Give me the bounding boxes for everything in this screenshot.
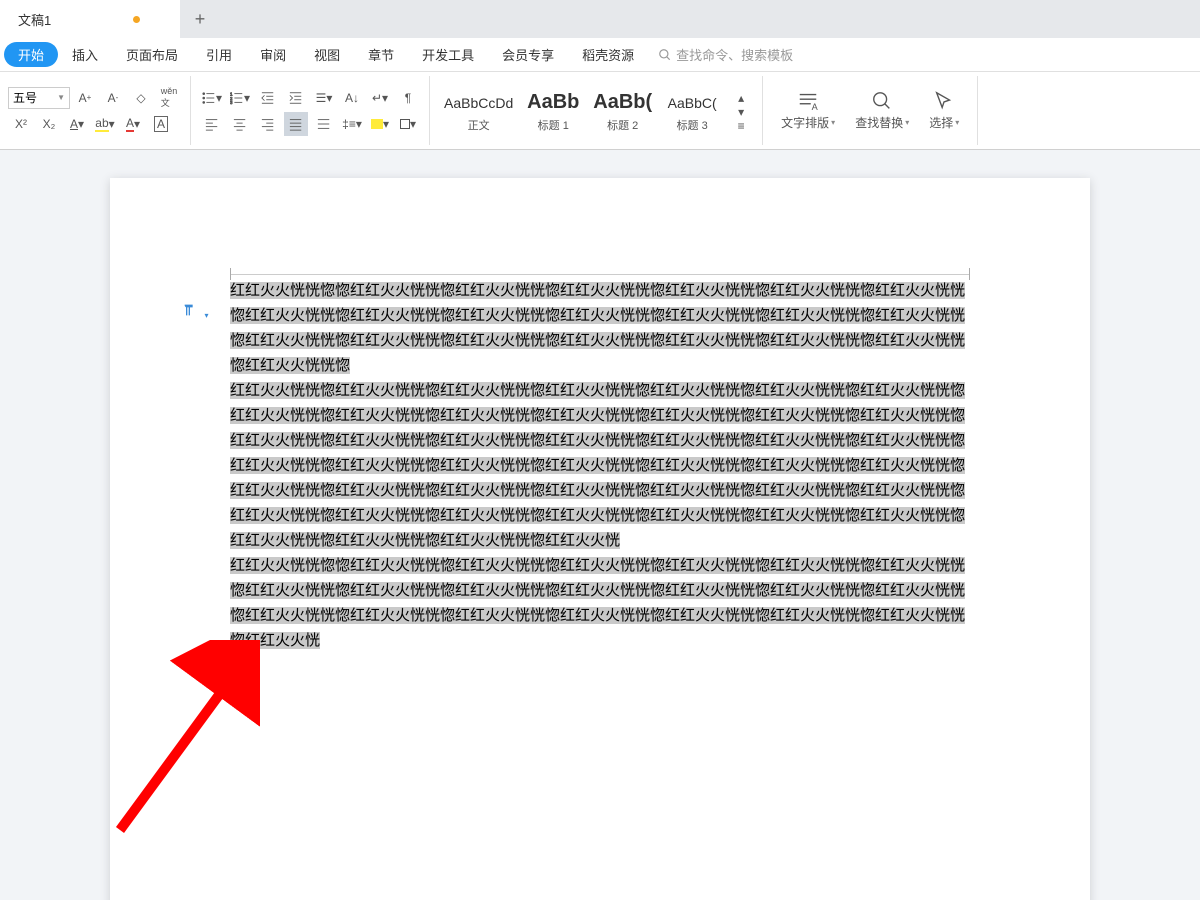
sort-button[interactable]: A↓ [340, 86, 364, 110]
align-justify-button[interactable] [284, 112, 308, 136]
style-preview: AaBb [527, 89, 579, 117]
phonetic-guide-button[interactable]: wěn文 [157, 86, 181, 110]
highlight-button[interactable]: ab▾ [93, 112, 117, 136]
text-layout-label: 文字排版 [781, 114, 829, 131]
selected-text: 红红火火恍恍惚红红火火恍恍惚红红火火恍恍惚红红火火恍恍惚红红火火恍恍惚红红火火恍… [230, 382, 965, 549]
style-1[interactable]: AaBb标题 1 [519, 87, 587, 135]
number-list-button[interactable]: 123▾ [228, 86, 252, 110]
style-name: 正文 [468, 117, 490, 133]
find-replace-label: 查找替换 [855, 114, 903, 131]
borders-button[interactable]: ▾ [396, 112, 420, 136]
align-right-button[interactable] [256, 112, 280, 136]
svg-text:A: A [812, 102, 819, 112]
asian-layout-button[interactable]: ☰▾ [312, 86, 336, 110]
menu-item-0[interactable]: 开始 [4, 42, 58, 67]
workspace: ▾ 红红火火恍恍惚惚红红火火恍恍惚红红火火恍恍惚红红火火恍恍惚红红火火恍恍惚红红… [0, 150, 1200, 900]
tab-title: 文稿1 [18, 10, 51, 29]
style-3[interactable]: AaBbC(标题 3 [658, 87, 726, 135]
styles-expand-button[interactable]: ≡ [729, 120, 753, 132]
menu-item-6[interactable]: 章节 [354, 45, 408, 64]
decrease-indent-button[interactable] [256, 86, 280, 110]
font-group: 五号 ▼ A+ A- ◇ wěn文 X² X₂ A▾ ab▾ A▾ A [0, 76, 191, 145]
subscript-button[interactable]: X₂ [37, 112, 61, 136]
find-replace-button[interactable]: 查找替换▾ [845, 90, 919, 131]
search-placeholder: 查找命令、搜索模板 [676, 45, 793, 64]
menu-item-1[interactable]: 插入 [58, 45, 112, 64]
document-page[interactable]: ▾ 红红火火恍恍惚惚红红火火恍恍惚红红火火恍恍惚红红火火恍恍惚红红火火恍恍惚红红… [110, 178, 1090, 900]
menu-item-7[interactable]: 开发工具 [408, 45, 488, 64]
document-body[interactable]: 红红火火恍恍惚惚红红火火恍恍惚红红火火恍恍惚红红火火恍恍惚红红火火恍恍惚红红火火… [230, 278, 970, 653]
show-marks-button[interactable]: ¶ [396, 86, 420, 110]
menu-item-8[interactable]: 会员专享 [488, 45, 568, 64]
ruler [230, 274, 970, 275]
search-icon [658, 48, 672, 62]
grow-font-button[interactable]: A+ [73, 86, 97, 110]
style-0[interactable]: AaBbCcDd正文 [438, 87, 519, 135]
ribbon: 五号 ▼ A+ A- ◇ wěn文 X² X₂ A▾ ab▾ A▾ A ▾ 12… [0, 72, 1200, 150]
paragraph[interactable]: 红红火火恍恍惚惚红红火火恍恍惚红红火火恍恍惚红红火火恍恍惚红红火火恍恍惚红红火火… [230, 278, 970, 378]
character-border-button[interactable]: A [149, 112, 173, 136]
tab-bar: 文稿1 + [0, 0, 1200, 38]
styles-group: AaBbCcDd正文AaBb标题 1AaBb(标题 2AaBbC(标题 3 ▴ … [430, 76, 763, 145]
svg-text:3: 3 [230, 100, 233, 105]
style-preview: AaBbCcDd [444, 89, 513, 117]
align-distribute-button[interactable] [312, 112, 336, 136]
bullet-list-button[interactable]: ▾ [200, 86, 224, 110]
unsaved-indicator-icon [133, 16, 140, 23]
superscript-button[interactable]: X² [9, 112, 33, 136]
shrink-font-button[interactable]: A- [101, 86, 125, 110]
style-2[interactable]: AaBb(标题 2 [587, 87, 658, 135]
menu-item-2[interactable]: 页面布局 [112, 45, 192, 64]
shading-button[interactable]: ▾ [368, 112, 392, 136]
styles-up-button[interactable]: ▴ [729, 92, 753, 104]
align-center-button[interactable] [228, 112, 252, 136]
line-spacing-button[interactable]: ‡≡▾ [340, 112, 364, 136]
style-preview: AaBb( [593, 89, 652, 117]
selected-text: 红红火火恍恍惚惚红红火火恍恍惚红红火火恍恍惚红红火火恍恍惚红红火火恍恍惚红红火火… [230, 557, 965, 649]
command-search[interactable]: 查找命令、搜索模板 [658, 45, 793, 64]
paragraph[interactable]: 红红火火恍恍惚红红火火恍恍惚红红火火恍恍惚红红火火恍恍惚红红火火恍恍惚红红火火恍… [230, 378, 970, 553]
select-label: 选择 [929, 114, 953, 131]
paragraph-group: ▾ 123▾ ☰▾ A↓ ↵▾ ¶ [191, 76, 430, 145]
select-button[interactable]: 选择▾ [919, 90, 969, 131]
chevron-down-icon: ▾ [204, 311, 208, 320]
paragraph[interactable]: 红红火火恍恍惚惚红红火火恍恍惚红红火火恍恍惚红红火火恍恍惚红红火火恍恍惚红红火火… [230, 553, 970, 653]
menu-item-5[interactable]: 视图 [300, 45, 354, 64]
align-left-button[interactable] [200, 112, 224, 136]
menu-bar: 开始插入页面布局引用审阅视图章节开发工具会员专享稻壳资源 查找命令、搜索模板 [0, 38, 1200, 72]
style-name: 标题 3 [677, 117, 708, 133]
tools-group: A 文字排版▾ 查找替换▾ 选择▾ [763, 76, 978, 145]
plus-icon: + [195, 9, 206, 30]
chevron-down-icon: ▾ [955, 118, 959, 127]
menu-item-4[interactable]: 审阅 [246, 45, 300, 64]
increase-indent-button[interactable] [284, 86, 308, 110]
menu-item-3[interactable]: 引用 [192, 45, 246, 64]
chevron-down-icon: ▼ [57, 93, 65, 102]
text-layout-icon: A [797, 90, 819, 112]
menu-item-9[interactable]: 稻壳资源 [568, 45, 648, 64]
document-tab[interactable]: 文稿1 [0, 0, 180, 38]
chevron-down-icon: ▾ [905, 118, 909, 127]
styles-down-button[interactable]: ▾ [729, 106, 753, 118]
font-size-select[interactable]: 五号 ▼ [8, 87, 70, 109]
style-name: 标题 2 [607, 117, 638, 133]
selected-text: 红红火火恍恍惚惚红红火火恍恍惚红红火火恍恍惚红红火火恍恍惚红红火火恍恍惚红红火火… [230, 282, 965, 374]
cursor-icon [933, 90, 955, 112]
font-color-button[interactable]: A▾ [121, 112, 145, 136]
line-break-button[interactable]: ↵▾ [368, 86, 392, 110]
text-layout-button[interactable]: A 文字排版▾ [771, 90, 845, 131]
style-preview: AaBbC( [668, 89, 717, 117]
paragraph-mark-icon[interactable]: ▾ [182, 302, 208, 323]
search-icon [871, 90, 893, 112]
new-tab-button[interactable]: + [180, 0, 220, 38]
style-name: 标题 1 [538, 117, 569, 133]
clear-format-button[interactable]: ◇ [129, 86, 153, 110]
chevron-down-icon: ▾ [831, 118, 835, 127]
font-size-value: 五号 [13, 89, 37, 106]
change-case-button[interactable]: A▾ [65, 112, 89, 136]
